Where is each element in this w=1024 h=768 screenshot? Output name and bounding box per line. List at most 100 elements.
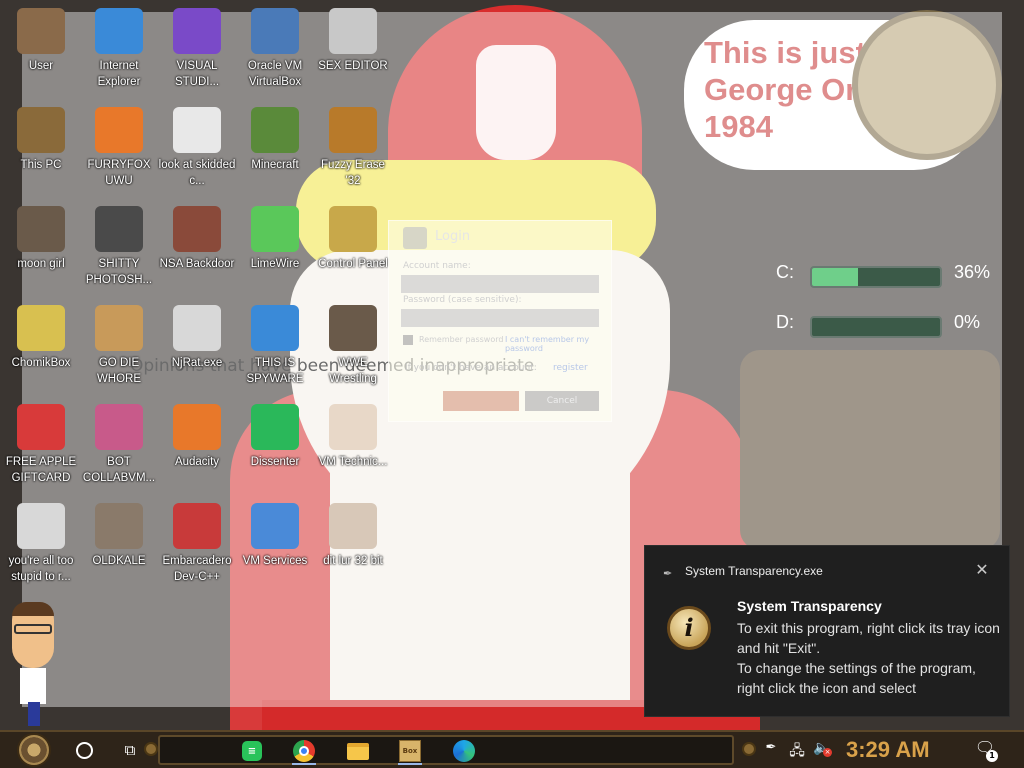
desktop-icon-label: LimeWire <box>250 258 300 270</box>
desktop-icon-label: This PC <box>20 159 62 171</box>
minecraft-icon <box>251 107 299 153</box>
taskbar-apps: ≡ Box <box>158 735 734 765</box>
desktop-icon-label: User <box>28 60 54 72</box>
desktop-icon-label: Dissenter <box>250 456 300 468</box>
desktop-icon[interactable]: LimeWire <box>236 206 314 272</box>
desktop-icon[interactable]: Minecraft <box>236 107 314 173</box>
volume-muted-icon[interactable]: 🔈 × <box>812 740 832 760</box>
desktop-icon[interactable]: This PC <box>2 107 80 173</box>
desktop-icon[interactable]: User <box>2 8 80 74</box>
disk-letter: C: <box>776 262 794 282</box>
taskbar-app-chrome[interactable] <box>284 737 324 765</box>
desktop-icon[interactable]: Internet Explorer <box>80 8 158 90</box>
desktop-icon[interactable]: VM Technic... <box>314 404 392 470</box>
close-icon[interactable]: ✕ <box>971 560 993 582</box>
internet-explorer-icon <box>95 8 143 54</box>
desktop-icon-label: BOT COLLABVM... <box>82 456 156 484</box>
desktop-icon[interactable]: BOT COLLABVM... <box>80 404 158 486</box>
desktop-icon[interactable]: FREE APPLE GIFTCARD <box>2 404 80 486</box>
desktop-icon[interactable]: SHITTY PHOTOSH... <box>80 206 158 288</box>
system-tray: ✒ 🖧 🔈 × 3:29 AM 🗨 1 <box>762 734 1024 766</box>
register-link[interactable]: register <box>553 363 588 373</box>
remember-checkbox[interactable] <box>403 335 413 345</box>
desktop-icon-label: GO DIE WHORE <box>96 357 142 385</box>
desktop-icon-label: SEX EDITOR <box>318 60 388 72</box>
account-name-label: Account name: <box>403 261 471 271</box>
desktop-icon[interactable]: FURRYFOX UWU <box>80 107 158 189</box>
desktop-icon[interactable]: look at skidded c... <box>158 107 236 189</box>
taskbar: ⧉ ≡ Box ✒ 🖧 🔈 × 3:29 AM 🗨 1 <box>0 730 1024 768</box>
task-view-button[interactable]: ⧉ <box>112 734 148 766</box>
password-label: Password (case sensitive): <box>403 295 522 305</box>
clock[interactable]: 3:29 AM <box>846 736 956 764</box>
start-gear-icon <box>17 733 51 767</box>
network-icon[interactable]: 🖧 <box>788 740 806 760</box>
desktop-icon[interactable]: Oracle VM VirtualBox <box>236 8 314 90</box>
forgot-password-link[interactable]: I can't remember my password <box>505 335 611 353</box>
notification-center-icon[interactable]: 🗨 1 <box>972 738 998 762</box>
desktop-icon-label: Embarcadero Dev-C++ <box>162 555 232 583</box>
cartoon-character <box>8 600 60 726</box>
desktop-icon[interactable]: dit lur 32 bit <box>314 503 392 569</box>
apple-icon <box>17 404 65 450</box>
remember-label: Remember password <box>419 335 504 344</box>
edge-icon <box>453 740 475 762</box>
login-dialog[interactable]: Login Account name: Password (case sensi… <box>388 220 612 422</box>
desktop-icon-label: SHITTY PHOTOSH... <box>85 258 153 286</box>
desktop-icon[interactable]: NjRat.exe <box>158 305 236 371</box>
virtualbox-icon <box>251 8 299 54</box>
search-button[interactable] <box>66 734 102 766</box>
desktop-icon[interactable]: GO DIE WHORE <box>80 305 158 387</box>
desktop-icon-label: look at skidded c... <box>158 159 236 187</box>
desktop-icon[interactable]: VISUAL STUDI... <box>158 8 236 90</box>
desktop-icon[interactable]: Control Panel <box>314 206 392 272</box>
desktop-icon[interactable]: SEX EDITOR <box>314 8 392 74</box>
toast-notification[interactable]: ✒ System Transparency.exe ✕ i System Tra… <box>644 545 1010 717</box>
desktop-icon-label: dit lur 32 bit <box>323 555 383 567</box>
desktop-icon-label: Oracle VM VirtualBox <box>247 60 303 88</box>
password-field[interactable] <box>401 309 599 327</box>
this-pc-icon <box>17 107 65 153</box>
desktop-icon[interactable]: VM Services <box>236 503 314 569</box>
desktop-icon-label: Internet Explorer <box>97 60 141 88</box>
limewire-icon <box>251 206 299 252</box>
desktop-icon[interactable]: you're all too stupid to r... <box>2 503 80 585</box>
tv-icon <box>329 305 377 351</box>
desktop-icon[interactable]: Fuzzy Erase '32 <box>314 107 392 189</box>
cancel-button[interactable]: Cancel <box>525 391 599 411</box>
desktop-icon-label: Fuzzy Erase '32 <box>321 159 385 187</box>
toast-app-name: System Transparency.exe <box>685 564 823 578</box>
desktop-icon-label: Minecraft <box>251 159 299 171</box>
windows-shield-icon <box>251 503 299 549</box>
taskbar-app-chomikbox[interactable]: Box <box>390 737 430 765</box>
disk-usage-bar <box>810 266 942 288</box>
portrait-icon <box>329 503 377 549</box>
toast-body-line-1: To exit this program, right click its tr… <box>737 620 1000 656</box>
taskbar-app-explorer[interactable] <box>338 737 378 765</box>
winrar-icon <box>95 404 143 450</box>
desktop-icon-label: THIS IS SPYWARE <box>246 357 304 385</box>
desktop-icon-label: Audacity <box>174 456 220 468</box>
desktop-icon[interactable]: OLDKALE <box>80 503 158 569</box>
cortana-circle-icon <box>75 741 93 759</box>
desktop-icon[interactable]: THIS IS SPYWARE <box>236 305 314 387</box>
desktop-icon[interactable]: Embarcadero Dev-C++ <box>158 503 236 585</box>
tray-pen-icon[interactable]: ✒ <box>762 740 780 760</box>
desktop-icon[interactable]: NSA Backdoor <box>158 206 236 272</box>
account-name-field[interactable] <box>401 275 599 293</box>
desktop-icon[interactable]: Audacity <box>158 404 236 470</box>
login-app-icon <box>403 227 427 249</box>
desktop-icon[interactable]: Dissenter <box>236 404 314 470</box>
taskbar-app-edge[interactable] <box>444 737 484 765</box>
desktop-icon-label: OLDKALE <box>92 555 146 567</box>
desktop-icon[interactable]: WWE Wrestling <box>314 305 392 387</box>
start-button[interactable] <box>12 732 56 768</box>
taskbar-app-dissenter[interactable]: ≡ <box>232 737 272 765</box>
login-button[interactable] <box>443 391 519 411</box>
disk-usage-percent: 0% <box>954 312 981 332</box>
desktop-icon[interactable]: moon girl <box>2 206 80 272</box>
person-icon <box>329 404 377 450</box>
desktop-icon-label: Control Panel <box>318 258 388 270</box>
desktop-icon[interactable]: ChomikBox <box>2 305 80 371</box>
task-view-icon: ⧉ <box>124 741 136 759</box>
